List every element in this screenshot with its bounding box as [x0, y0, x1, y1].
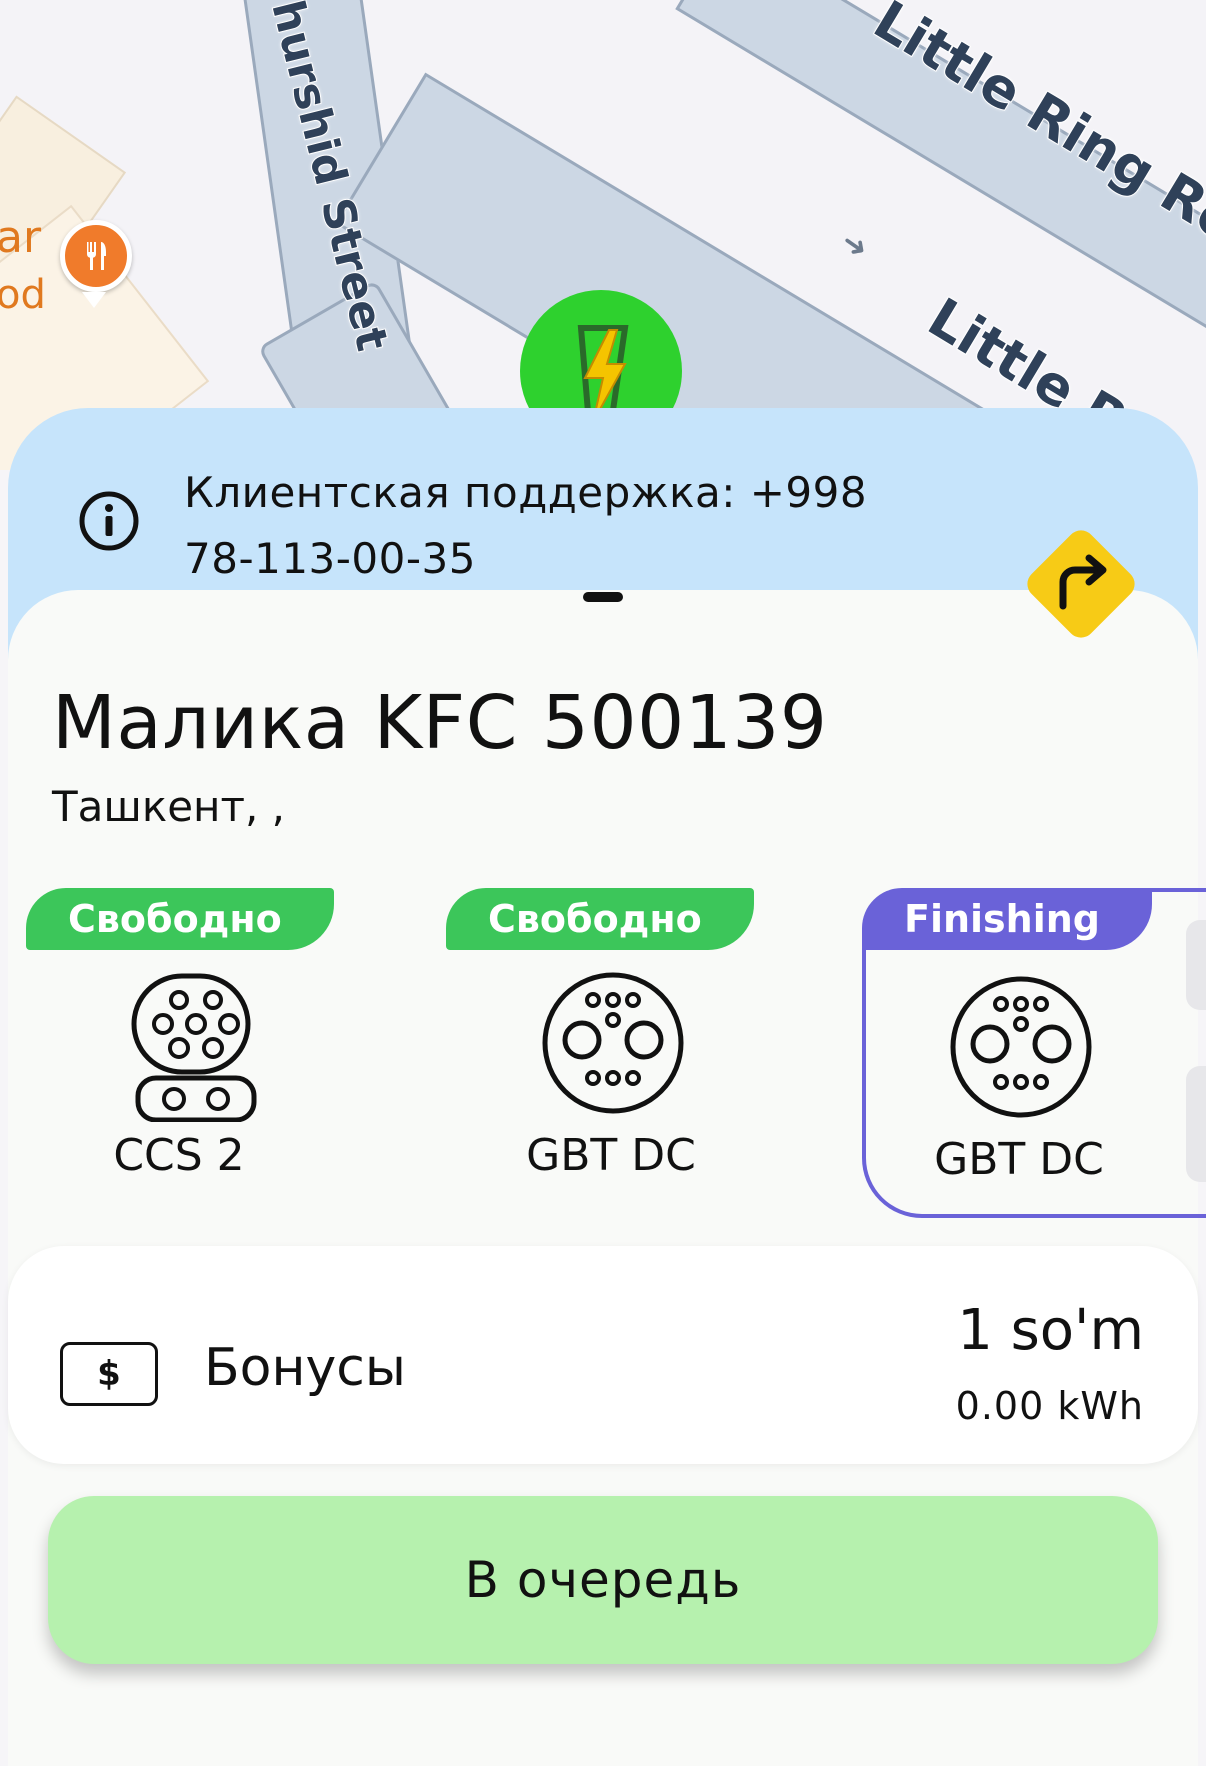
connector-card[interactable]: Свободно CCS 2 — [26, 888, 356, 1210]
scroll-next-tab[interactable] — [1186, 920, 1206, 1010]
info-icon — [78, 490, 140, 556]
place-label: od — [0, 272, 46, 318]
dollar-bill-icon: $ — [60, 1342, 158, 1406]
bonus-card[interactable]: $ Бонусы 1 so'm 0.00 kWh — [8, 1246, 1198, 1464]
connector-type-label: GBT DC — [526, 1130, 696, 1181]
connector-type-label: CCS 2 — [113, 1130, 245, 1181]
turn-right-arrow-icon — [1027, 530, 1135, 638]
connector-card[interactable]: Свободно GBT DC — [446, 888, 776, 1210]
connector-status-badge: Finishing — [862, 888, 1153, 950]
bonus-energy: 0.00 kWh — [955, 1384, 1144, 1428]
place-label: ar — [0, 212, 42, 263]
bonus-label: Бонусы — [204, 1338, 406, 1398]
queue-button[interactable]: В очередь — [48, 1496, 1158, 1664]
connector-type-label: GBT DC — [934, 1134, 1104, 1185]
connector-status-badge: Свободно — [26, 888, 334, 950]
gbt-dc-plug-icon — [950, 976, 1092, 1118]
bonus-amount: 1 so'm — [957, 1298, 1144, 1363]
scroll-next-tab[interactable] — [1186, 1066, 1206, 1182]
poi-pointer — [82, 292, 106, 308]
ccs2-plug-icon — [131, 973, 257, 1122]
navigate-button[interactable] — [1013, 516, 1149, 652]
restaurant-icon[interactable] — [60, 220, 132, 292]
gbt-dc-plug-icon — [542, 972, 684, 1114]
map-view[interactable]: hurshid Street Little Ring Ro Little R ➜… — [0, 0, 1206, 470]
sheet-drag-handle[interactable] — [583, 592, 623, 602]
connector-card-selected[interactable]: Finishing GBT DC — [862, 888, 1206, 1218]
one-way-arrow-icon: ➜ — [834, 223, 875, 268]
station-address: Ташкент, , — [52, 782, 286, 831]
station-name: Малика KFC 500139 — [52, 680, 828, 766]
connector-status-badge: Свободно — [446, 888, 754, 950]
